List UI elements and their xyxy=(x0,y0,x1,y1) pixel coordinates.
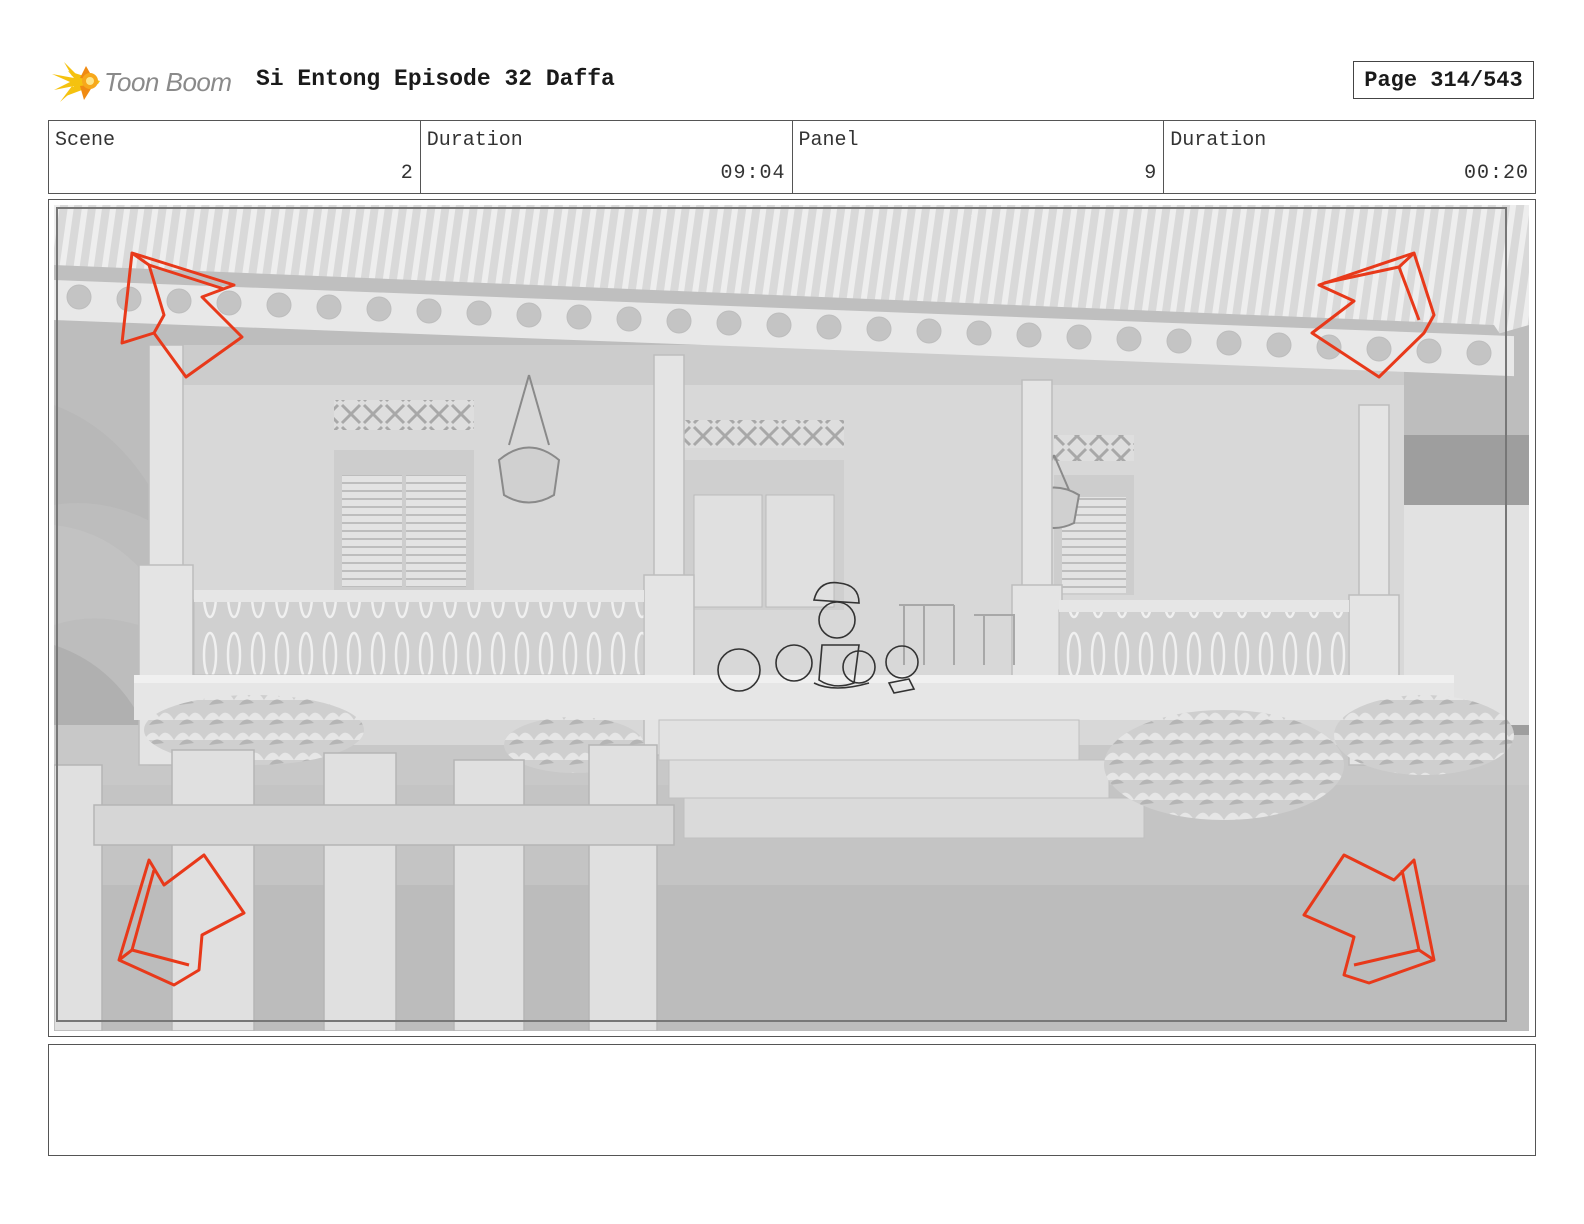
scene-duration-value: 09:04 xyxy=(720,162,786,185)
panel-artwork xyxy=(54,205,1529,1031)
scene-duration-cell: Duration 09:04 xyxy=(421,121,793,193)
notes-box xyxy=(48,1044,1536,1156)
panel-scene xyxy=(54,205,1529,1031)
toon-boom-logo-icon xyxy=(52,62,100,102)
storyboard-panel xyxy=(48,199,1536,1037)
logo-text: Toon Boom xyxy=(104,66,232,97)
panel-label: Panel xyxy=(798,129,859,152)
panel-duration-label: Duration xyxy=(1170,129,1267,152)
panel-value: 9 xyxy=(1144,162,1158,185)
panel-duration-cell: Duration 00:20 xyxy=(1164,121,1535,193)
panel-duration-value: 00:20 xyxy=(1463,162,1529,185)
panel-cell: Panel 9 xyxy=(793,121,1165,193)
document-title: Si Entong Episode 32 Daffa xyxy=(256,66,615,92)
scene-cell: Scene 2 xyxy=(49,121,421,193)
toon-boom-logo: Toon Boom xyxy=(50,56,232,106)
info-row: Scene 2 Duration 09:04 Panel 9 Duration … xyxy=(48,120,1536,194)
scene-label: Scene xyxy=(55,129,116,152)
page-indicator: Page 314/543 xyxy=(1353,61,1534,99)
scene-value: 2 xyxy=(400,162,414,185)
scene-duration-label: Duration xyxy=(426,129,523,152)
